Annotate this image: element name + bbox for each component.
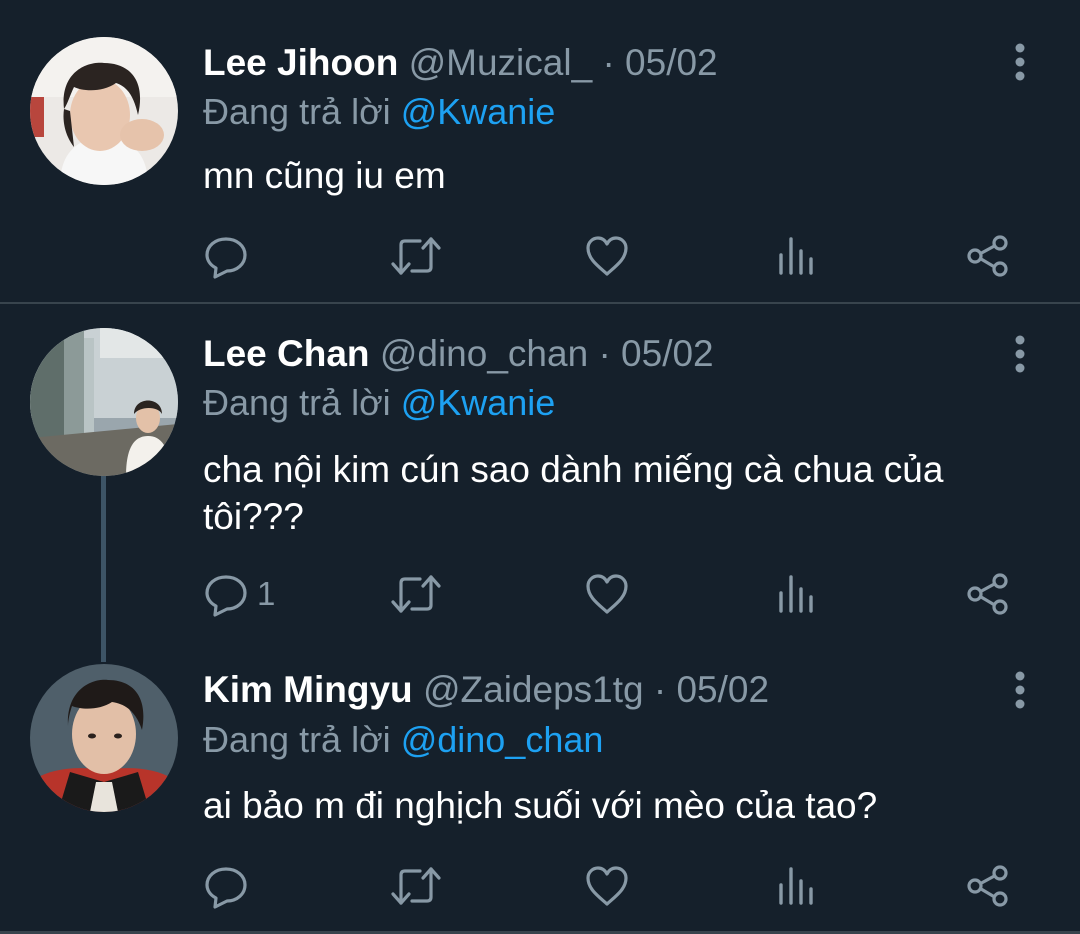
retweet-icon [391,867,441,905]
analytics-icon [779,575,813,613]
more-options-button[interactable] [1006,334,1034,374]
avatar-image [30,37,178,185]
retweet-icon [391,237,441,275]
like-icon [586,236,628,276]
tweet-date[interactable]: 05/02 [676,669,769,710]
separator-dot: · [598,333,611,374]
replying-to-label: Đang trả lời [203,382,391,423]
replying-to: Đang trả lời @dino_chan [203,718,603,762]
share-button[interactable] [965,231,1011,281]
username[interactable]: @dino_chan [380,333,588,374]
share-icon [967,235,1008,277]
separator-dot: · [602,42,615,83]
like-button[interactable] [584,861,630,911]
reply-button[interactable] [203,231,257,281]
analytics-button[interactable] [777,861,817,911]
display-name[interactable]: Lee Chan [203,333,370,374]
reply-button[interactable]: 1 [203,569,275,619]
action-bar [203,861,1023,911]
tweet-text: mn cũng iu em [203,155,446,196]
more-options-button[interactable] [1006,670,1034,710]
share-button[interactable] [965,569,1011,619]
avatar-image [30,664,178,812]
display-name[interactable]: Kim Mingyu [203,669,413,710]
tweet-header: Kim Mingyu @Zaideps1tg · 05/02 [203,668,769,712]
tweet-2[interactable]: Lee Chan @dino_chan · 05/02 Đang trả lời… [0,304,1080,634]
mention-link[interactable]: @Kwanie [401,91,556,132]
replying-to-label: Đang trả lời [203,91,391,132]
retweet-button[interactable] [390,861,442,911]
tweet-text: ai bảo m đi nghịch suối với mèo của tao? [203,785,878,826]
analytics-button[interactable] [777,231,817,281]
retweet-button[interactable] [390,569,442,619]
display-name[interactable]: Lee Jihoon [203,42,398,83]
share-icon [967,573,1008,615]
mention-link[interactable]: @dino_chan [401,719,604,760]
avatar[interactable] [30,328,178,476]
username[interactable]: @Zaideps1tg [423,669,644,710]
share-button[interactable] [965,861,1011,911]
tweet-1[interactable]: Lee Jihoon @Muzical_ · 05/02 Đang trả lờ… [0,0,1080,302]
like-icon [586,574,628,614]
retweet-icon [391,575,441,613]
avatar[interactable] [30,664,178,812]
retweet-button[interactable] [390,231,442,281]
reply-icon [205,575,247,617]
analytics-icon [779,867,813,905]
like-button[interactable] [584,231,630,281]
action-bar: 1 [203,569,1023,619]
tweet-header: Lee Jihoon @Muzical_ · 05/02 [203,41,718,85]
more-options-button[interactable] [1006,42,1034,82]
share-icon [967,865,1008,907]
analytics-button[interactable] [777,569,817,619]
like-icon [586,866,628,906]
avatar[interactable] [30,37,178,185]
like-button[interactable] [584,569,630,619]
tweet-date[interactable]: 05/02 [621,333,714,374]
replying-to: Đang trả lời @Kwanie [203,381,555,425]
username[interactable]: @Muzical_ [409,42,593,83]
reply-button[interactable] [203,861,257,911]
tweet-date[interactable]: 05/02 [625,42,718,83]
separator-dot: · [653,669,667,710]
tweet-header: Lee Chan @dino_chan · 05/02 [203,332,714,376]
tweet-3[interactable]: Kim Mingyu @Zaideps1tg · 05/02 Đang trả … [0,634,1080,934]
more-vertical-icon [1015,671,1025,709]
avatar-image [30,328,178,476]
replying-to-label: Đang trả lời [203,719,391,760]
more-vertical-icon [1015,43,1025,81]
reply-count: 1 [257,575,276,612]
tweet-text: cha nội kim cún sao dành miếng cà chua c… [203,449,944,537]
reply-icon [205,867,247,909]
more-vertical-icon [1015,335,1025,373]
mention-link[interactable]: @Kwanie [401,382,556,423]
analytics-icon [779,237,813,275]
action-bar [203,231,1023,281]
reply-icon [205,237,247,279]
replying-to: Đang trả lời @Kwanie [203,90,555,134]
